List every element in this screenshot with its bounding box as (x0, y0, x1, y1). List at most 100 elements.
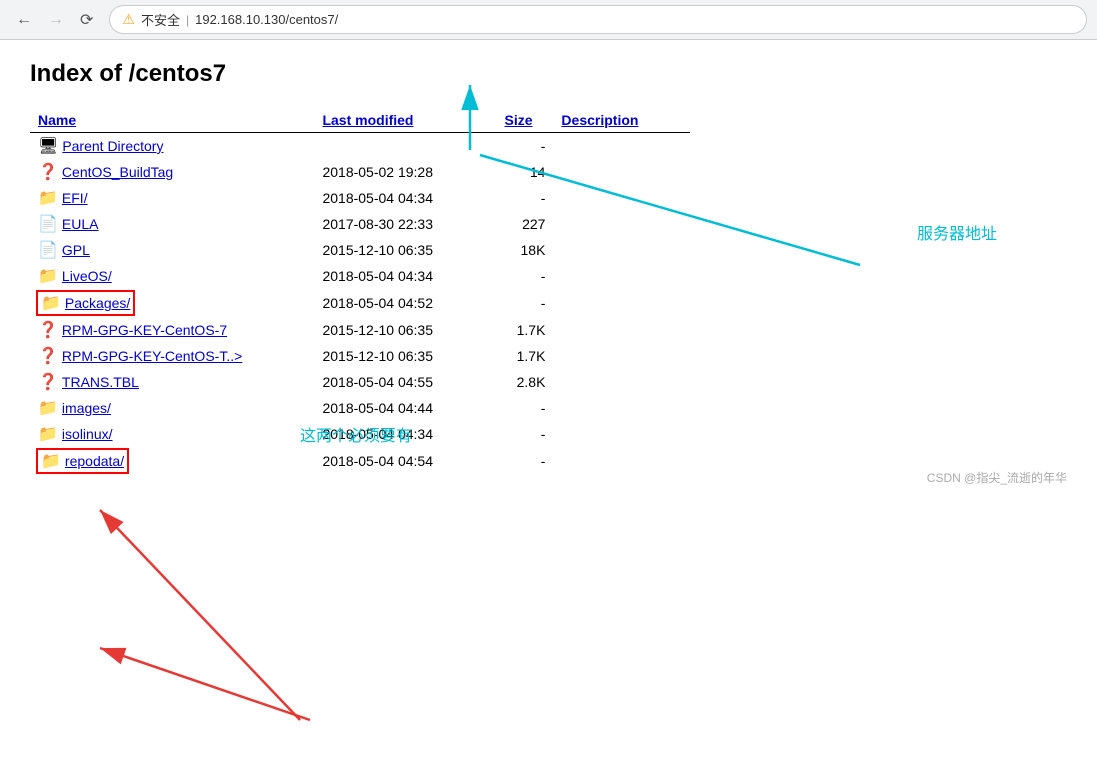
file-name-cell: ❓RPM-GPG-KEY-CentOS-T..> (30, 343, 314, 369)
file-size: 2.8K (497, 369, 554, 395)
back-button[interactable]: ← (10, 9, 38, 31)
file-name-cell: 🖥Parent Directory (30, 133, 314, 160)
col-name-link[interactable]: Name (38, 112, 76, 128)
file-link[interactable]: TRANS.TBL (62, 374, 139, 390)
address-separator: | (186, 13, 189, 27)
file-icon: 📁 (38, 266, 58, 286)
file-desc (553, 133, 690, 160)
table-row: 🖥Parent Directory- (30, 133, 690, 160)
browser-chrome: ← → ⟳ ⚠ 不安全 | 192.168.10.130/centos7/ (0, 0, 1097, 40)
col-desc-link[interactable]: Description (561, 112, 638, 128)
file-name-cell: 📁images/ (30, 395, 314, 421)
file-link[interactable]: RPM-GPG-KEY-CentOS-T..> (62, 348, 242, 364)
file-link[interactable]: EULA (62, 216, 99, 232)
file-name-cell: 📁EFI/ (30, 185, 314, 211)
file-icon: 📄 (38, 214, 58, 234)
col-name-header: Name (30, 108, 314, 133)
file-name-cell: 📁isolinux/ (30, 421, 314, 447)
col-desc-header: Description (553, 108, 690, 133)
table-row: 📁EFI/2018-05-04 04:34- (30, 185, 690, 211)
table-header-row: Name Last modified Size Description (30, 108, 690, 133)
file-modified: 2018-05-04 04:34 (314, 263, 496, 289)
table-row: 📄GPL2015-12-10 06:3518K (30, 237, 690, 263)
file-icon: ❓ (38, 320, 58, 340)
file-desc (553, 421, 690, 447)
file-name-cell: 📁Packages/ (30, 289, 314, 317)
file-link[interactable]: RPM-GPG-KEY-CentOS-7 (62, 322, 227, 338)
file-desc (553, 317, 690, 343)
table-row: ❓CentOS_BuildTag2018-05-02 19:2814 (30, 159, 690, 185)
file-size: 227 (497, 211, 554, 237)
file-desc (553, 289, 690, 317)
file-icon: 🖥 (38, 136, 58, 156)
file-link[interactable]: isolinux/ (62, 426, 113, 442)
file-desc (553, 343, 690, 369)
file-desc (553, 185, 690, 211)
file-link[interactable]: EFI/ (62, 190, 88, 206)
file-modified: 2018-05-04 04:55 (314, 369, 496, 395)
file-name-cell: ❓TRANS.TBL (30, 369, 314, 395)
file-icon: ❓ (38, 372, 58, 392)
file-modified: 2018-05-04 04:54 (314, 447, 496, 476)
file-link[interactable]: CentOS_BuildTag (62, 164, 173, 180)
file-name-cell: ❓RPM-GPG-KEY-CentOS-7 (30, 317, 314, 343)
table-row: 📄EULA2017-08-30 22:33227 (30, 211, 690, 237)
file-modified: 2018-05-04 04:44 (314, 395, 496, 421)
file-size: - (497, 447, 554, 476)
file-link[interactable]: Parent Directory (62, 138, 163, 154)
security-warning-icon: ⚠ (122, 11, 135, 28)
file-modified: 2015-12-10 06:35 (314, 317, 496, 343)
table-row: ❓RPM-GPG-KEY-CentOS-72015-12-10 06:351.7… (30, 317, 690, 343)
file-size: - (497, 421, 554, 447)
file-modified: 2018-05-04 04:34 (314, 185, 496, 211)
file-icon: 📁 (41, 293, 61, 313)
col-modified-link[interactable]: Last modified (322, 112, 413, 128)
file-desc (553, 159, 690, 185)
file-link[interactable]: images/ (62, 400, 111, 416)
table-row: 📁LiveOS/2018-05-04 04:34- (30, 263, 690, 289)
file-desc (553, 237, 690, 263)
col-size-header: Size (497, 108, 554, 133)
file-link[interactable]: repodata/ (65, 453, 124, 469)
table-row: 📁Packages/2018-05-04 04:52- (30, 289, 690, 317)
table-row: 📁images/2018-05-04 04:44- (30, 395, 690, 421)
file-icon: 📁 (41, 451, 61, 471)
file-table: Name Last modified Size Description 🖥Par… (30, 108, 690, 476)
file-name-cell: 📁repodata/ (30, 447, 314, 476)
col-size-link[interactable]: Size (505, 112, 533, 128)
file-modified: 2017-08-30 22:33 (314, 211, 496, 237)
col-modified-header: Last modified (314, 108, 496, 133)
file-link[interactable]: LiveOS/ (62, 268, 112, 284)
table-row: ❓RPM-GPG-KEY-CentOS-T..>2015-12-10 06:35… (30, 343, 690, 369)
file-size: 1.7K (497, 343, 554, 369)
file-modified: 2015-12-10 06:35 (314, 237, 496, 263)
file-icon: ❓ (38, 162, 58, 182)
file-name-cell: 📁LiveOS/ (30, 263, 314, 289)
file-size: - (497, 289, 554, 317)
file-modified: 2015-12-10 06:35 (314, 343, 496, 369)
file-size: - (497, 263, 554, 289)
security-warning-label: 不安全 (141, 10, 180, 29)
reload-button[interactable]: ⟳ (74, 8, 99, 32)
file-size: 14 (497, 159, 554, 185)
file-name-cell: ❓CentOS_BuildTag (30, 159, 314, 185)
forward-button[interactable]: → (42, 9, 70, 31)
page-content: Index of /centos7 Name Last modified Siz… (0, 40, 1097, 496)
file-desc (553, 369, 690, 395)
file-icon: 📁 (38, 398, 58, 418)
file-link[interactable]: Packages/ (65, 295, 130, 311)
url-text: 192.168.10.130/centos7/ (195, 12, 338, 27)
file-link[interactable]: GPL (62, 242, 90, 258)
file-desc (553, 395, 690, 421)
file-name-cell: 📄GPL (30, 237, 314, 263)
address-bar[interactable]: ⚠ 不安全 | 192.168.10.130/centos7/ (109, 5, 1087, 34)
table-row: ❓TRANS.TBL2018-05-04 04:552.8K (30, 369, 690, 395)
file-name-cell: 📄EULA (30, 211, 314, 237)
file-size: - (497, 185, 554, 211)
server-addr-label: 服务器地址 (917, 220, 997, 244)
file-icon: 📁 (38, 188, 58, 208)
csdn-watermark: CSDN @指尖_流逝的年华 (927, 469, 1067, 486)
nav-buttons: ← → ⟳ (10, 8, 99, 32)
file-modified: 2018-05-04 04:34 (314, 421, 496, 447)
file-size: - (497, 395, 554, 421)
